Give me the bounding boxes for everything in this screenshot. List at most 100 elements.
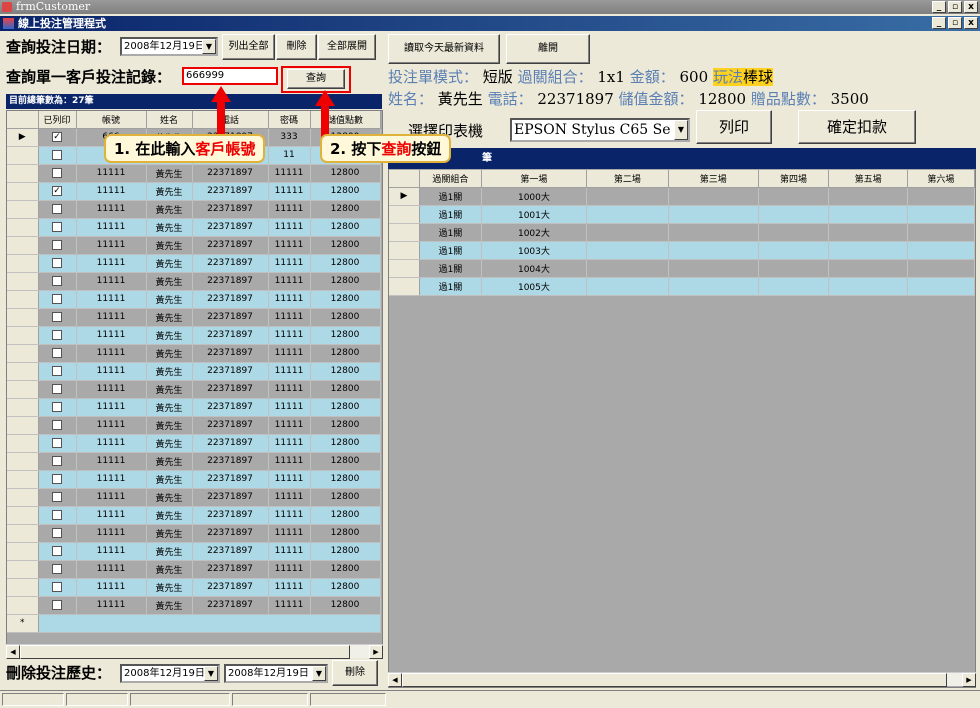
table-row[interactable]: 11111 黃先生 22371897 11111 12800 bbox=[7, 416, 381, 435]
row-selector[interactable] bbox=[389, 241, 420, 260]
cell-account[interactable]: 11111 bbox=[76, 182, 147, 201]
cell-phone[interactable]: 22371897 bbox=[192, 416, 269, 435]
cell-name[interactable]: 黃先生 bbox=[146, 290, 193, 309]
table-row[interactable]: 11111 黃先生 22371897 11111 12800 bbox=[7, 452, 381, 471]
cell-game-5[interactable] bbox=[828, 187, 908, 206]
cell-phone[interactable]: 22371897 bbox=[192, 362, 269, 381]
row-selector[interactable] bbox=[7, 434, 39, 453]
inner-minimize-button[interactable]: _ bbox=[932, 17, 946, 29]
cell-combo[interactable]: 過1關 bbox=[419, 187, 483, 206]
cell-name[interactable]: 黃先生 bbox=[146, 452, 193, 471]
row-selector[interactable] bbox=[7, 470, 39, 489]
row-selector[interactable] bbox=[389, 205, 420, 224]
printed-checkbox[interactable]: ✓ bbox=[38, 128, 77, 147]
cell-game-4[interactable] bbox=[758, 277, 830, 296]
cell-points[interactable]: 12800 bbox=[310, 524, 381, 543]
cell-game-3[interactable] bbox=[668, 223, 759, 242]
cell-phone[interactable]: 22371897 bbox=[192, 326, 269, 345]
list-all-button[interactable]: 列出全部 bbox=[222, 34, 275, 60]
cell-phone[interactable]: 22371897 bbox=[192, 236, 269, 255]
cell-account[interactable]: 11111 bbox=[76, 542, 147, 561]
checkbox-icon[interactable] bbox=[52, 293, 62, 304]
cell-phone[interactable]: 22371897 bbox=[192, 596, 269, 615]
row-selector[interactable] bbox=[7, 272, 39, 291]
cell-game-5[interactable] bbox=[828, 223, 908, 242]
printed-checkbox[interactable] bbox=[38, 380, 77, 399]
row-selector[interactable]: ▶ bbox=[7, 128, 39, 147]
cell-name[interactable]: 黃先生 bbox=[146, 344, 193, 363]
minimize-button[interactable]: _ bbox=[932, 1, 946, 13]
row-selector[interactable] bbox=[7, 182, 39, 201]
cell-password[interactable]: 11111 bbox=[268, 524, 311, 543]
printed-checkbox[interactable] bbox=[38, 326, 77, 345]
row-selector[interactable] bbox=[7, 164, 39, 183]
checkbox-icon[interactable] bbox=[52, 383, 62, 394]
cell-game-2[interactable] bbox=[586, 187, 669, 206]
row-selector[interactable] bbox=[7, 524, 39, 543]
cell-game-3[interactable] bbox=[668, 187, 759, 206]
checkbox-icon[interactable] bbox=[52, 401, 62, 412]
cell-password[interactable]: 11111 bbox=[268, 272, 311, 291]
cell-account[interactable]: 11111 bbox=[76, 470, 147, 489]
cell-name[interactable]: 黃先生 bbox=[146, 488, 193, 507]
cell-game-5[interactable] bbox=[828, 205, 908, 224]
cell-game-1[interactable]: 1001大 bbox=[481, 205, 587, 224]
cell-password[interactable]: 11111 bbox=[268, 200, 311, 219]
customer-grid[interactable]: 已列印 帳號 姓名 電話 密碼 儲值點數 ▶✓666黃先生22371897333… bbox=[6, 110, 383, 658]
cell-account[interactable]: 11111 bbox=[76, 344, 147, 363]
cell-name[interactable]: 黃先生 bbox=[146, 380, 193, 399]
col-header-game-1[interactable]: 第一場 bbox=[481, 170, 587, 188]
scroll-right-icon[interactable]: ▶ bbox=[962, 673, 976, 687]
table-row[interactable]: 11111 黃先生 22371897 11111 12800 bbox=[7, 398, 381, 417]
cell-password[interactable]: 11111 bbox=[268, 362, 311, 381]
table-row[interactable]: ✓ 11111 黃先生 22371897 11111 12800 bbox=[7, 182, 381, 201]
cell-game-4[interactable] bbox=[758, 187, 830, 206]
cell-phone[interactable]: 22371897 bbox=[192, 398, 269, 417]
cell-password[interactable]: 11111 bbox=[268, 560, 311, 579]
printed-checkbox[interactable] bbox=[38, 542, 77, 561]
row-selector[interactable] bbox=[7, 326, 39, 345]
cell-name[interactable]: 黃先生 bbox=[146, 218, 193, 237]
cell-account[interactable]: 11111 bbox=[76, 524, 147, 543]
cell-points[interactable]: 12800 bbox=[310, 344, 381, 363]
cell-password[interactable]: 11111 bbox=[268, 254, 311, 273]
cell-points[interactable]: 12800 bbox=[310, 164, 381, 183]
cell-phone[interactable]: 22371897 bbox=[192, 578, 269, 597]
printed-checkbox[interactable] bbox=[38, 506, 77, 525]
cell-password[interactable]: 11111 bbox=[268, 542, 311, 561]
checkbox-icon[interactable] bbox=[52, 221, 62, 232]
printed-checkbox[interactable] bbox=[38, 560, 77, 579]
table-row[interactable]: 11111 黃先生 22371897 11111 12800 bbox=[7, 272, 381, 291]
cell-game-1[interactable]: 1000大 bbox=[481, 187, 587, 206]
cell-game-2[interactable] bbox=[586, 277, 669, 296]
inner-close-button[interactable]: x bbox=[964, 17, 978, 29]
cell-password[interactable]: 11111 bbox=[268, 470, 311, 489]
cell-phone[interactable]: 22371897 bbox=[192, 542, 269, 561]
maximize-button[interactable]: ▫ bbox=[948, 1, 962, 13]
chevron-down-icon[interactable]: ▼ bbox=[312, 666, 326, 681]
cell-password[interactable]: 11111 bbox=[268, 164, 311, 183]
table-row[interactable]: 11111 黃先生 22371897 11111 12800 bbox=[7, 524, 381, 543]
table-row[interactable]: 過1關 1003大 bbox=[389, 241, 975, 260]
cell-game-3[interactable] bbox=[668, 259, 759, 278]
cell-game-6[interactable] bbox=[907, 259, 975, 278]
checkbox-icon[interactable] bbox=[52, 347, 62, 358]
row-selector[interactable] bbox=[389, 277, 420, 296]
cell-name[interactable]: 黃先生 bbox=[146, 326, 193, 345]
cell-account[interactable]: 11111 bbox=[76, 362, 147, 381]
cell-phone[interactable]: 22371897 bbox=[192, 272, 269, 291]
checkbox-icon[interactable] bbox=[52, 365, 62, 376]
cell-points[interactable]: 12800 bbox=[310, 326, 381, 345]
chevron-down-icon[interactable]: ▼ bbox=[202, 39, 216, 54]
printed-checkbox[interactable] bbox=[38, 362, 77, 381]
cell-phone[interactable]: 22371897 bbox=[192, 380, 269, 399]
cell-points[interactable]: 12800 bbox=[310, 362, 381, 381]
cell-account[interactable]: 11111 bbox=[76, 218, 147, 237]
scroll-left-icon[interactable]: ◀ bbox=[388, 673, 402, 687]
cell-password[interactable]: 11111 bbox=[268, 506, 311, 525]
table-row[interactable]: 11111 黃先生 22371897 11111 12800 bbox=[7, 290, 381, 309]
col-header-account[interactable]: 帳號 bbox=[76, 111, 147, 129]
cell-points[interactable]: 12800 bbox=[310, 596, 381, 615]
cell-phone[interactable]: 22371897 bbox=[192, 434, 269, 453]
cell-name[interactable]: 黃先生 bbox=[146, 524, 193, 543]
